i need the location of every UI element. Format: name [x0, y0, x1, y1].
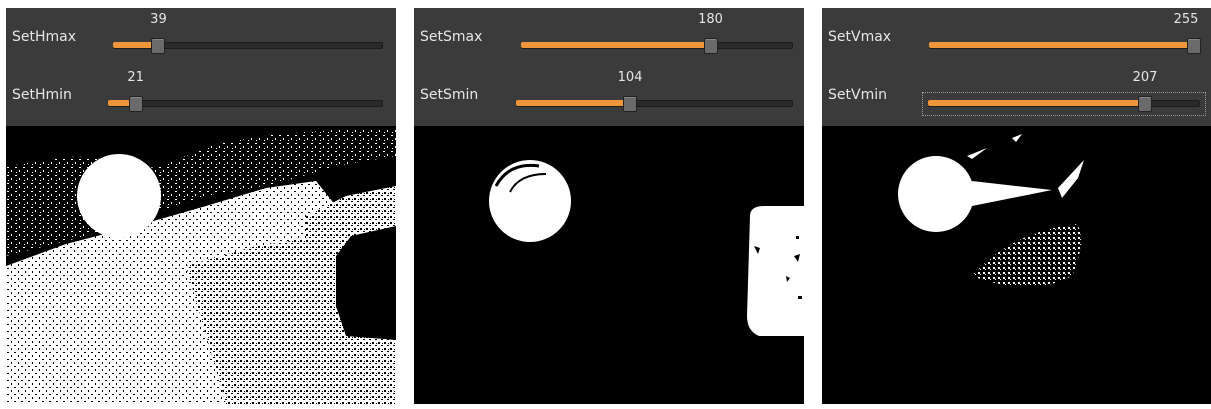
- vmax-slider[interactable]: 255: [929, 12, 1201, 54]
- slider-thumb[interactable]: [623, 96, 638, 112]
- trackbar-row-smax: SetSmax 180: [414, 12, 804, 64]
- page: { "windows": [ { "sliders": [ {"label": …: [0, 0, 1211, 409]
- slider-thumb[interactable]: [1138, 96, 1153, 112]
- hmin-value: 21: [127, 70, 144, 85]
- trackbar-label-vmax: SetVmax: [828, 29, 892, 45]
- slider-fill: [928, 100, 1146, 106]
- trackbar-label-hmin: SetHmin: [12, 87, 72, 103]
- trackbar-panel: SetVmax 255 SetVmin 207: [822, 8, 1211, 126]
- slider-track: [108, 100, 383, 107]
- vmin-value: 207: [1132, 70, 1158, 85]
- vmax-value: 255: [1173, 12, 1199, 27]
- trackbar-row-vmax: SetVmax 255: [822, 12, 1211, 64]
- threshold-window-hue: SetHmax 39 SetHmin 21: [6, 8, 396, 404]
- trackbar-label-smax: SetSmax: [420, 29, 483, 45]
- trackbar-row-hmin: SetHmin 21: [6, 70, 396, 122]
- slider-fill: [929, 42, 1194, 48]
- trackbar-label-vmin: SetVmin: [828, 87, 887, 103]
- threshold-window-value: SetVmax 255 SetVmin 207: [822, 8, 1211, 404]
- smin-slider[interactable]: 104: [516, 70, 793, 112]
- smin-value: 104: [617, 70, 643, 85]
- trackbar-panel: SetSmax 180 SetSmin 104: [414, 8, 804, 126]
- value-mask-image: [822, 126, 1211, 404]
- smax-value: 180: [698, 12, 723, 27]
- trackbar-label-hmax: SetHmax: [12, 29, 77, 45]
- saturation-mask-image: [414, 126, 804, 404]
- smax-slider[interactable]: 180: [521, 12, 793, 54]
- hmax-value: 39: [150, 12, 167, 27]
- slider-thumb[interactable]: [703, 38, 718, 54]
- vmin-slider[interactable]: 207: [922, 70, 1206, 116]
- slider-thumb[interactable]: [128, 96, 143, 112]
- hmax-slider[interactable]: 39: [113, 12, 383, 54]
- trackbar-row-smin: SetSmin 104: [414, 70, 804, 122]
- slider-thumb[interactable]: [151, 38, 166, 54]
- hmin-slider[interactable]: 21: [108, 70, 383, 112]
- trackbar-row-hmax: SetHmax 39: [6, 12, 396, 64]
- slider-thumb[interactable]: [1187, 38, 1201, 54]
- slider-fill: [516, 100, 631, 106]
- trackbar-panel: SetHmax 39 SetHmin 21: [6, 8, 396, 126]
- threshold-window-saturation: SetSmax 180 SetSmin 104: [414, 8, 804, 404]
- slider-fill: [521, 42, 711, 48]
- hue-mask-image: [6, 126, 396, 404]
- trackbar-label-smin: SetSmin: [420, 87, 479, 103]
- trackbar-row-vmin: SetVmin 207: [822, 70, 1211, 122]
